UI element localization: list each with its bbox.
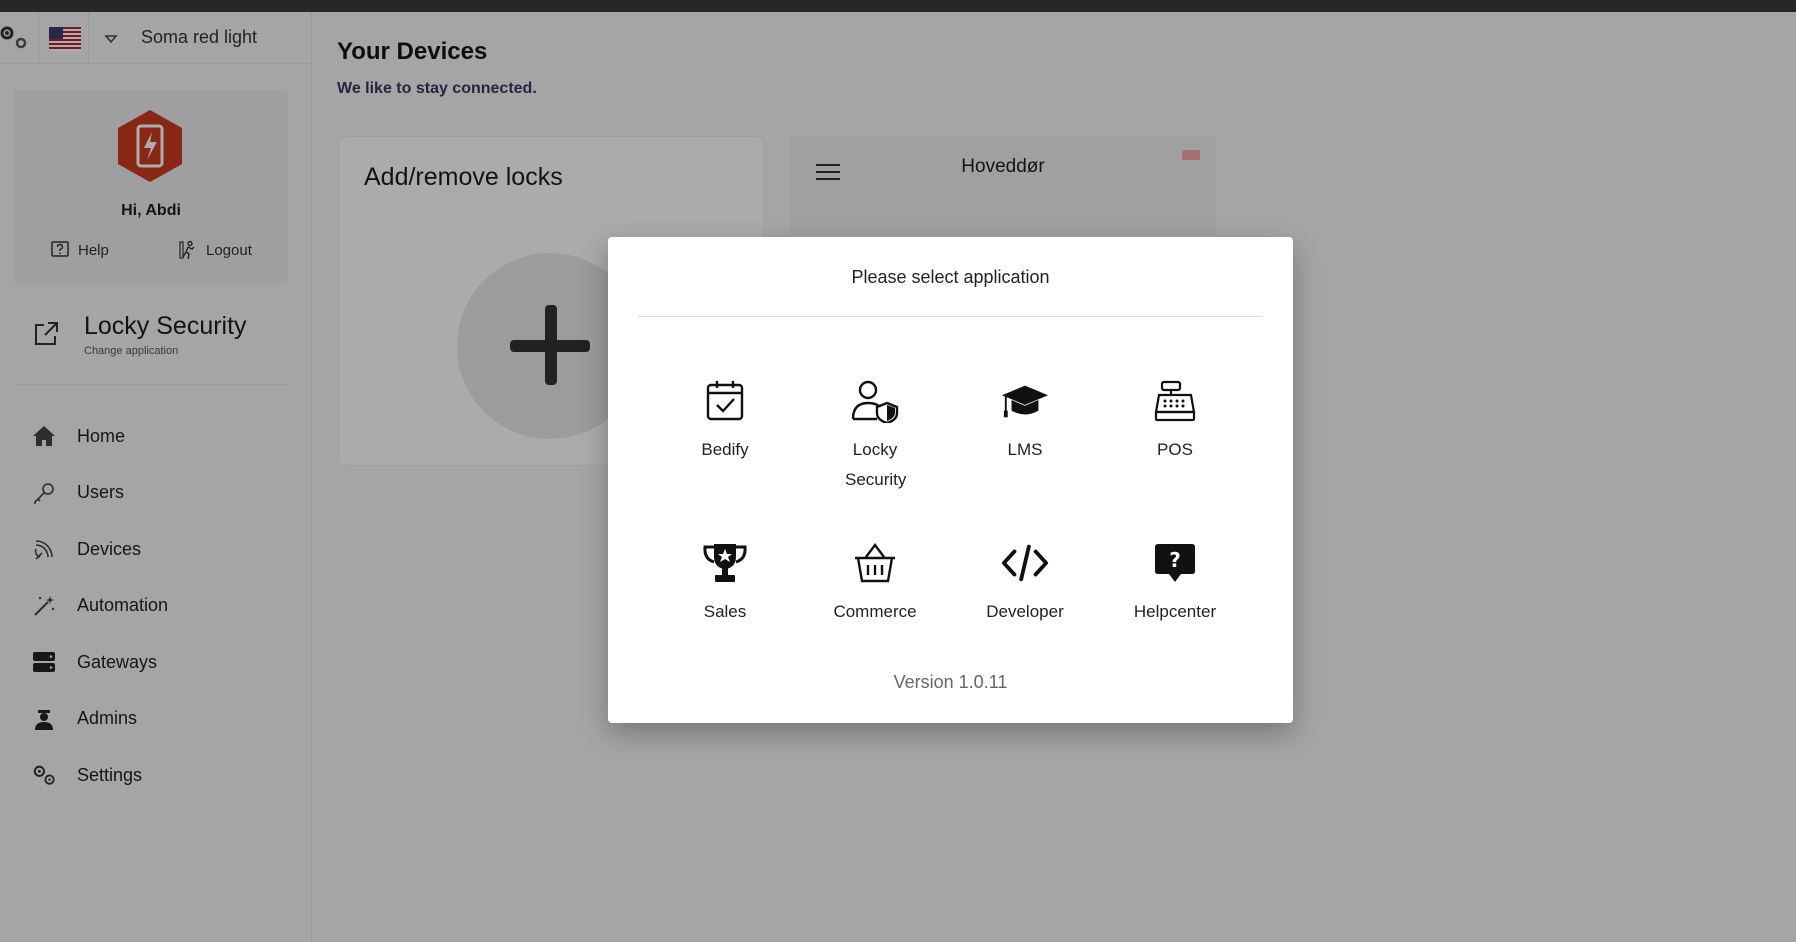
cash-register-icon [1154,380,1196,422]
modal-divider [638,316,1263,317]
app-tile-helpcenter[interactable]: ? Helpcenter [1100,539,1250,627]
app-label: Helpcenter [1133,602,1217,621]
trophy-icon [703,544,747,582]
user-shield-icon [851,380,899,423]
calendar-check-icon [706,381,744,421]
basket-icon [855,543,895,583]
app-label: LMS [1007,440,1043,459]
app-label: Locky Security [845,440,907,489]
question-chat-icon: ? [1155,544,1195,582]
app-tile-sales[interactable]: Sales [650,539,800,627]
select-application-modal: Please select application Bedify Locky S… [608,237,1293,723]
app-tile-pos[interactable]: POS [1100,377,1250,465]
app-tile-bedify[interactable]: Bedify [650,377,800,465]
app-label: Bedify [701,440,749,459]
app-tile-locky-security[interactable]: Locky Security [800,377,950,495]
graduation-cap-icon [1001,385,1049,418]
app-label: POS [1157,440,1193,459]
app-label: Sales [703,602,747,621]
app-tile-lms[interactable]: LMS [950,377,1100,465]
app-tile-commerce[interactable]: Commerce [800,539,950,627]
app-tile-developer[interactable]: Developer [950,539,1100,627]
app-label: Commerce [833,602,917,621]
code-icon [1001,544,1049,582]
version-label: Version 1.0.11 [893,672,1008,692]
svg-text:?: ? [1169,548,1181,572]
app-label: Developer [986,602,1064,621]
modal-title: Please select application [851,267,1050,287]
